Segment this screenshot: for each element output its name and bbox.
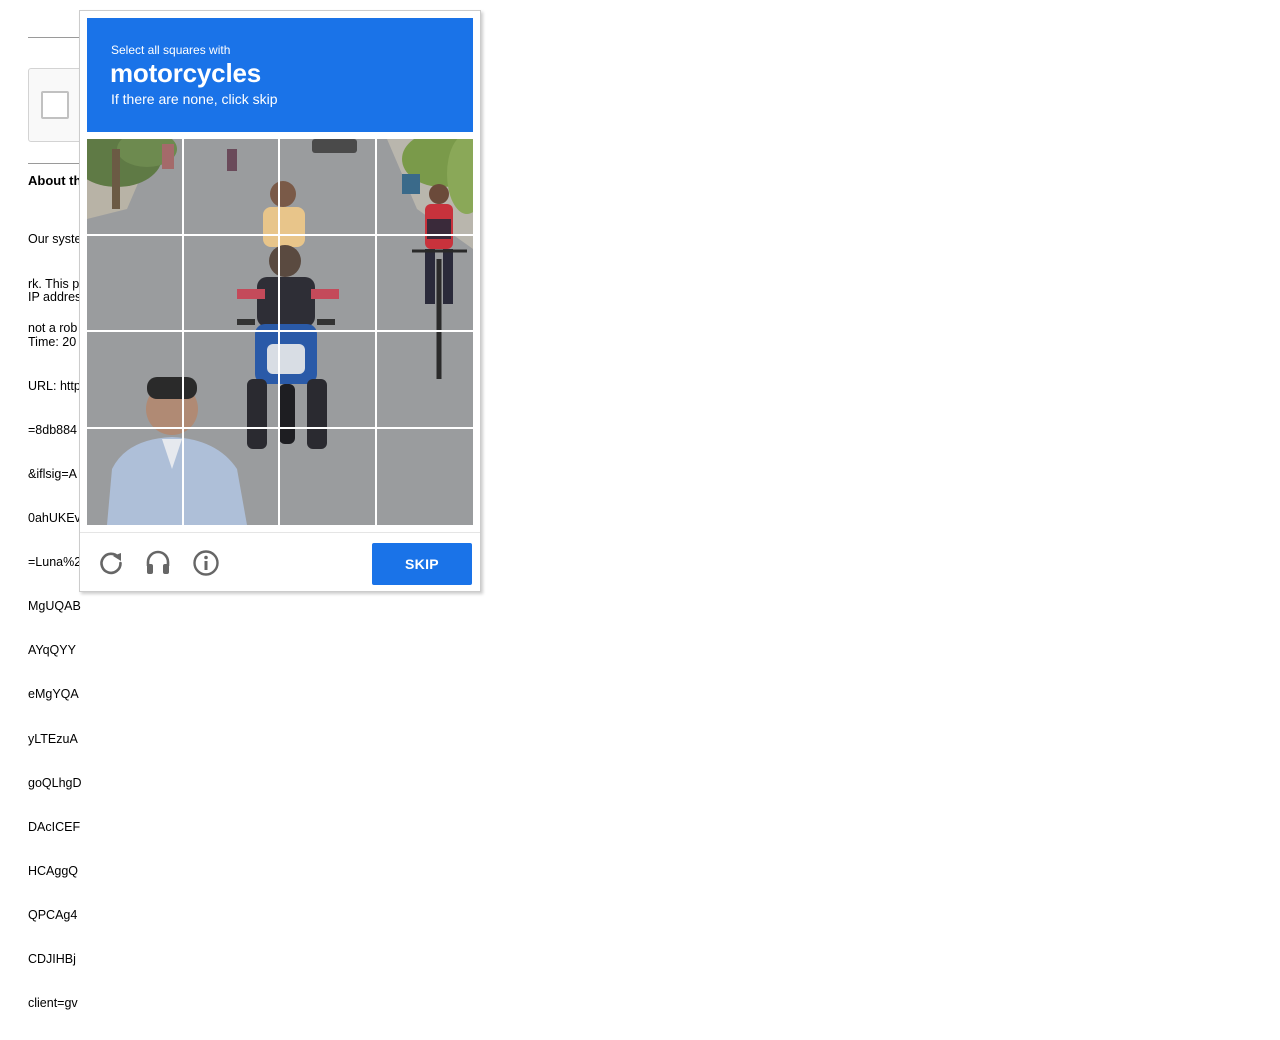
text-line: CDJIHBj — [28, 952, 76, 967]
image-tile[interactable] — [87, 428, 184, 525]
info-icon[interactable] — [192, 549, 220, 577]
text-line: 0ahUKEv — [28, 510, 81, 525]
text-line: goQLhgD — [28, 775, 82, 790]
instruction-subtext: If there are none, click skip — [111, 91, 278, 107]
captcha-challenge: Select all squares with motorcycles If t… — [79, 10, 481, 592]
image-tile[interactable] — [87, 139, 184, 236]
text-line: &iflsig=A — [28, 466, 77, 481]
tile-grid — [87, 139, 473, 525]
about-heading: About th — [28, 173, 82, 188]
image-tile[interactable] — [280, 235, 377, 332]
request-details: IP addres Time: 20 URL: http =8db884 &if… — [28, 261, 82, 1040]
image-grid — [87, 139, 473, 525]
image-tile[interactable] — [376, 332, 473, 429]
target-object: motorcycles — [110, 58, 261, 88]
text-line: HCAggQ — [28, 863, 79, 878]
text-line: AYqQYY — [28, 643, 76, 658]
text-line: client=gv — [28, 996, 78, 1011]
text-line: eMgYQA — [28, 687, 79, 702]
image-tile[interactable] — [183, 139, 280, 236]
skip-button[interactable]: SKIP — [372, 543, 472, 585]
image-tile[interactable] — [376, 139, 473, 236]
instruction-text: Select all squares with — [111, 43, 231, 57]
image-tile[interactable] — [87, 235, 184, 332]
challenge-header: Select all squares with motorcycles If t… — [87, 18, 473, 132]
text-line: DAcICEF — [28, 819, 81, 834]
text-line: IP addres — [28, 290, 82, 305]
reload-icon[interactable] — [97, 549, 125, 577]
text-line: URL: http — [28, 378, 81, 393]
image-tile[interactable] — [87, 332, 184, 429]
image-tile[interactable] — [184, 428, 280, 525]
image-tile[interactable] — [280, 428, 377, 525]
text-line: MgUQAB — [28, 599, 81, 614]
image-tile[interactable] — [183, 235, 280, 332]
image-tile[interactable] — [280, 139, 377, 236]
text-line: Time: 20 — [28, 334, 77, 349]
recaptcha-checkbox[interactable] — [41, 91, 69, 119]
image-tile[interactable] — [376, 236, 473, 332]
image-tile[interactable] — [280, 332, 377, 429]
text-line: =Luna%2 — [28, 555, 82, 570]
text-line: =8db884 — [28, 422, 78, 437]
text-line: yLTEzuA — [28, 731, 78, 746]
image-tile[interactable] — [377, 429, 474, 526]
text-line: Our syste — [28, 232, 82, 247]
challenge-footer: SKIP — [80, 532, 480, 593]
text-line: QPCAg4 — [28, 907, 78, 922]
headphones-icon[interactable] — [144, 549, 172, 577]
image-tile[interactable] — [183, 332, 280, 429]
